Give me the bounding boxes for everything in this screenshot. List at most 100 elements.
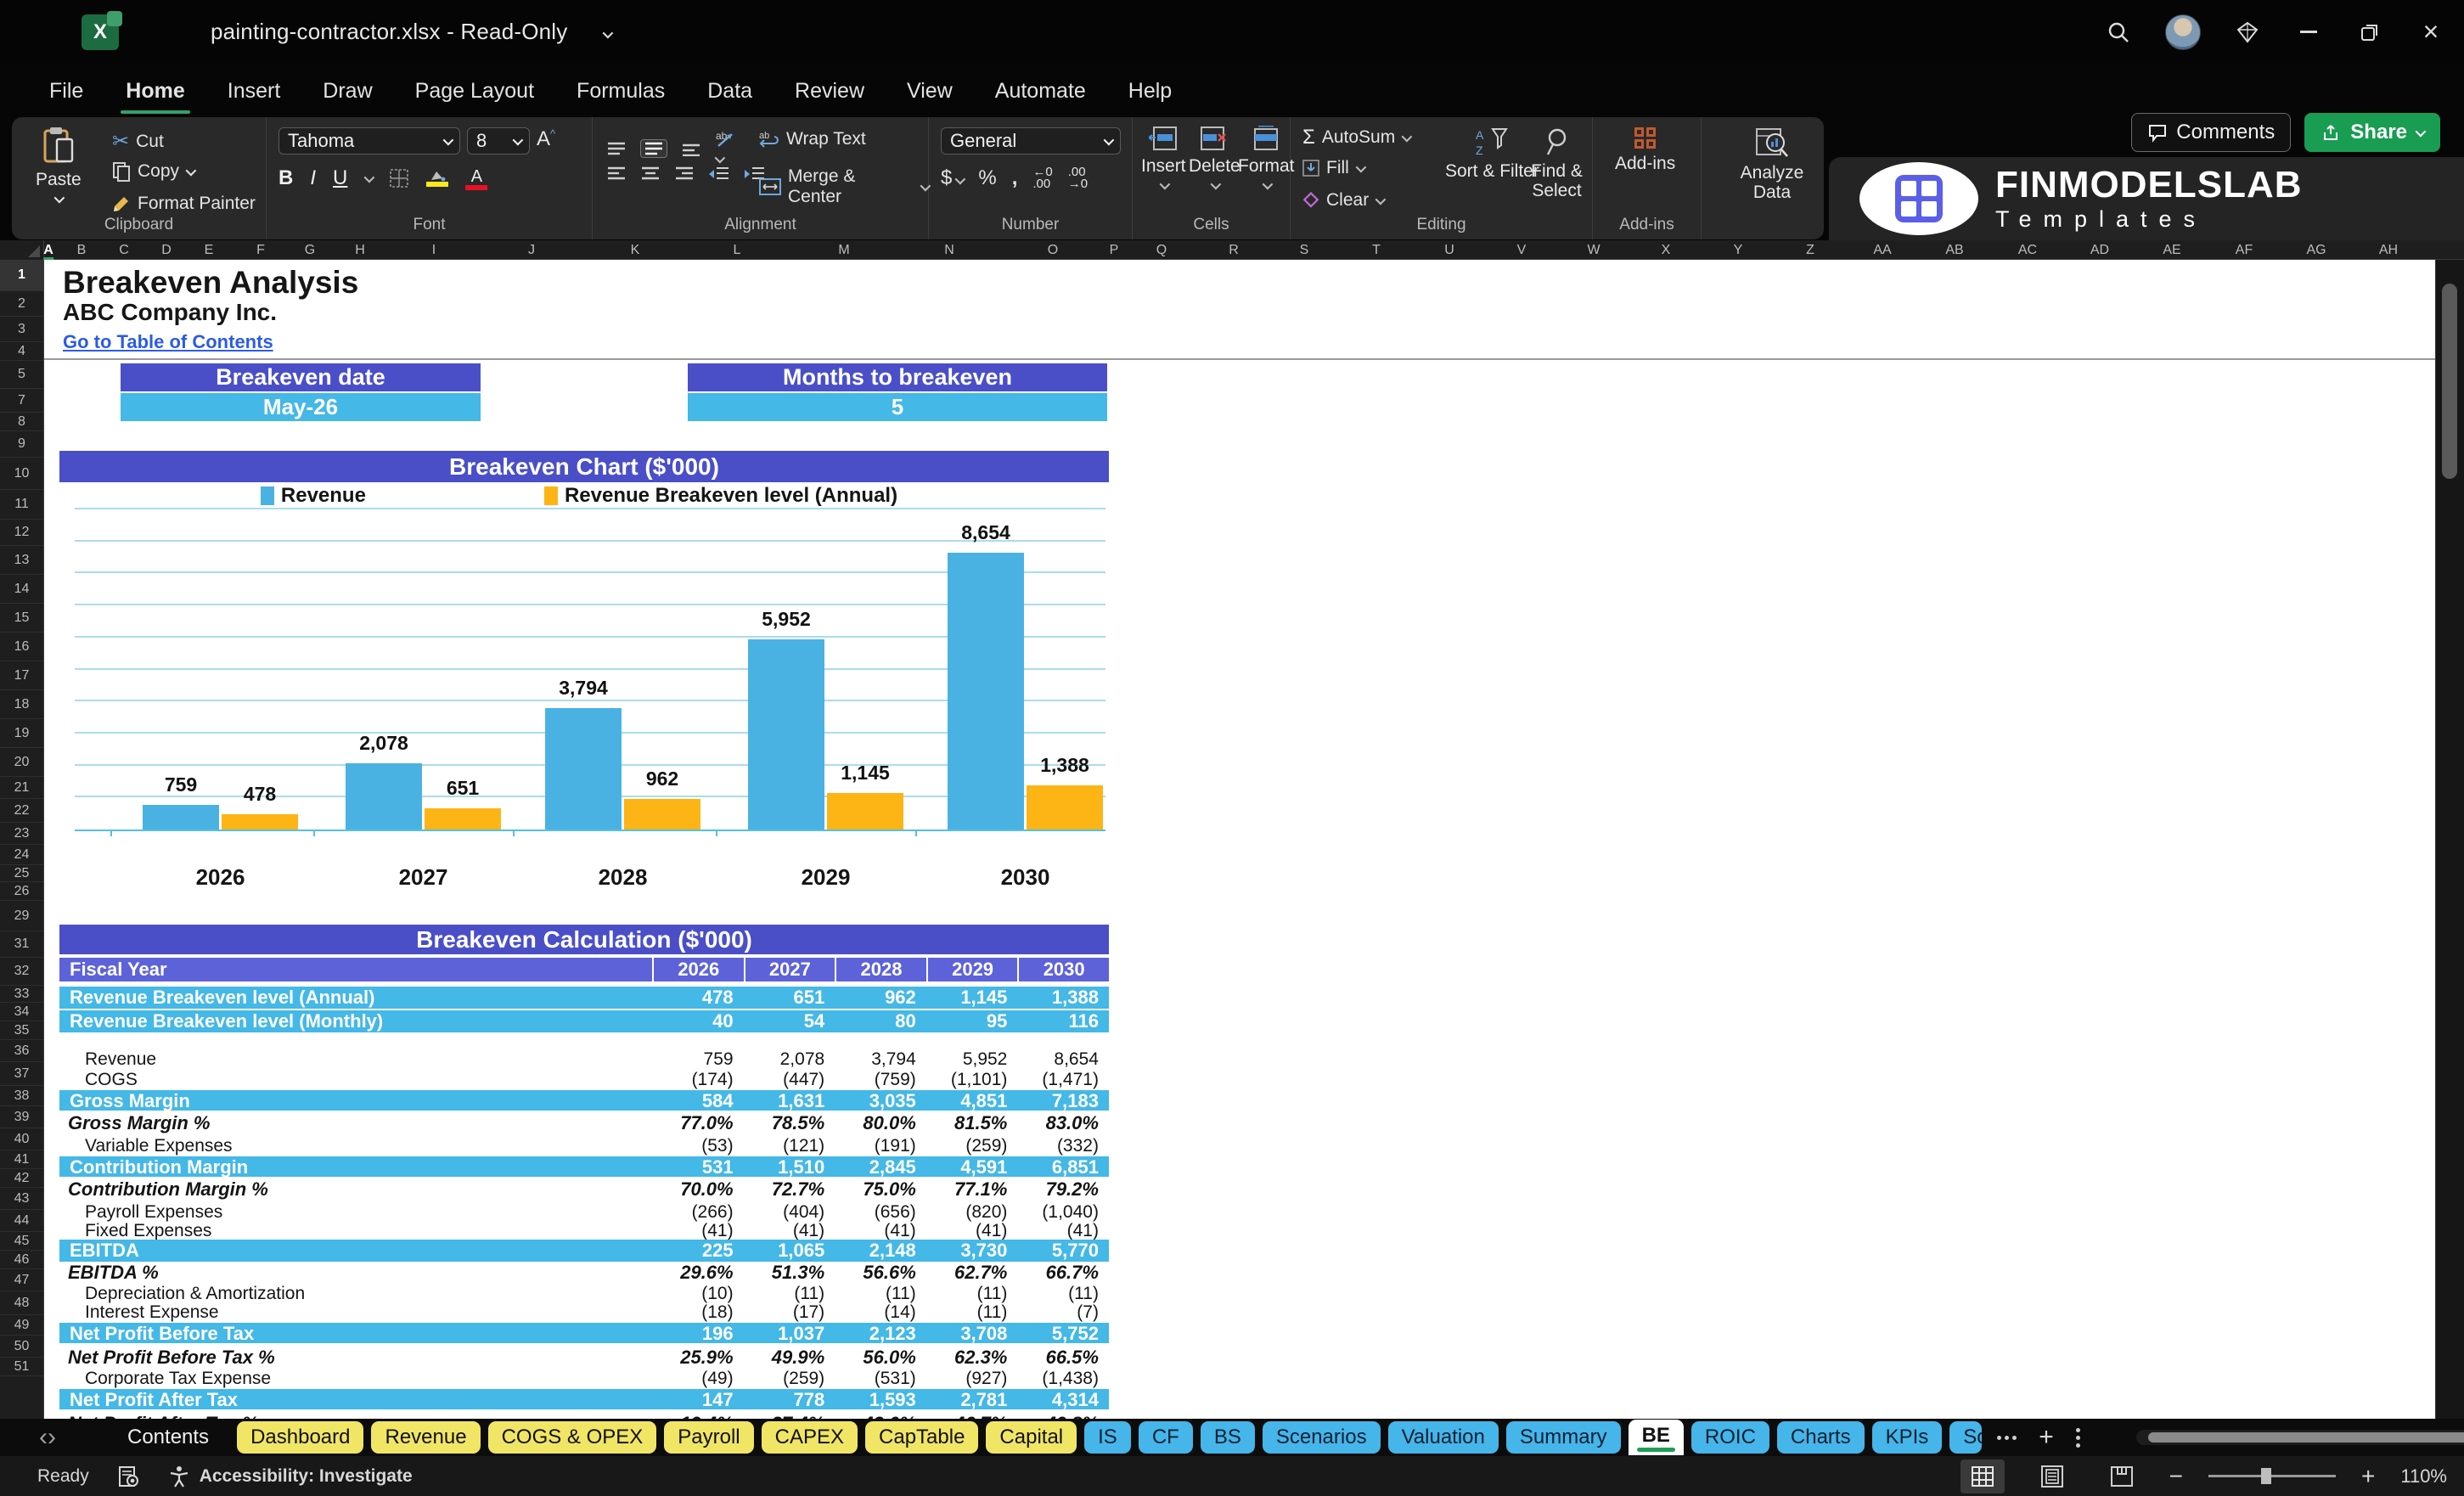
align-right-icon[interactable] [674,166,695,182]
row-header-36[interactable]: 36 [0,1040,43,1062]
table-of-contents-link[interactable]: Go to Table of Contents [63,331,273,353]
copy-button[interactable]: Copy [112,161,194,182]
format-painter-button[interactable]: Format Painter [112,194,256,214]
column-header-Y[interactable]: Y [1734,240,1743,260]
underline-dropdown-chevron-icon[interactable] [364,172,375,183]
column-header-B[interactable]: B [77,240,87,260]
column-header-N[interactable]: N [944,240,954,260]
fill-button[interactable]: Fill [1302,158,1364,178]
table-row[interactable]: Revenue7592,0783,7945,9528,654 [59,1049,1109,1070]
column-header-AG[interactable]: AG [2306,240,2326,260]
paste-button[interactable]: Paste [36,126,82,203]
row-header-42[interactable]: 42 [0,1169,43,1188]
normal-view-button[interactable] [1961,1459,2005,1493]
number-format-combo[interactable]: General [941,127,1121,155]
column-header-C[interactable]: C [119,240,129,260]
row-header-17[interactable]: 17 [0,661,43,690]
table-row[interactable]: Variable Expenses(53)(121)(191)(259)(332… [59,1136,1109,1155]
grid-area[interactable]: Breakeven Analysis ABC Company Inc. Go t… [44,260,2435,1419]
table-row[interactable]: Revenue Breakeven level (Monthly)4054809… [59,1010,1109,1032]
column-header-T[interactable]: T [1372,240,1381,260]
decrease-decimal-button[interactable]: .00→0 [1068,166,1088,190]
row-header-21[interactable]: 21 [0,777,43,799]
column-header-Z[interactable]: Z [1806,240,1814,260]
row-header-23[interactable]: 23 [0,823,43,845]
row-header-44[interactable]: 44 [0,1210,43,1232]
table-row[interactable]: COGS(174)(447)(759)(1,101)(1,471) [59,1070,1109,1088]
table-row[interactable]: Interest Expense(18)(17)(14)(11)(7) [59,1302,1109,1321]
row-header-31[interactable]: 31 [0,931,43,958]
row-header-29[interactable]: 29 [0,901,43,931]
column-header-AC[interactable]: AC [2018,240,2037,260]
sheet-tab-roic[interactable]: ROIC [1691,1421,1769,1454]
column-header-K[interactable]: K [631,240,640,260]
column-header-P[interactable]: P [1110,240,1119,260]
addins-button[interactable]: Add-ins [1615,127,1675,174]
table-row[interactable]: Corporate Tax Expense(49)(259)(531)(927)… [59,1369,1109,1387]
insert-cells-button[interactable]: Insert [1141,126,1186,189]
comments-button[interactable]: Comments [2131,113,2291,152]
accessibility-status[interactable]: Accessibility: Investigate [169,1465,413,1488]
cut-button[interactable]: ✂Cut [112,129,164,154]
font-color-button[interactable]: A [465,166,487,190]
accounting-format-button[interactable]: $ [941,166,963,190]
orientation-button[interactable]: ab [715,129,737,168]
menu-tab-review[interactable]: Review [793,74,866,109]
sheet-tab-dashboard[interactable]: Dashboard [237,1421,363,1454]
row-headers[interactable]: 1234578910111213141516171819202122232425… [0,260,44,1419]
autosum-button[interactable]: ΣAutoSum [1302,126,1409,149]
menu-tab-file[interactable]: File [48,74,85,109]
next-sheet-button[interactable]: › [48,1423,56,1452]
table-row[interactable]: Gross Margin %77.0%78.5%80.0%81.5%83.0% [59,1112,1109,1134]
row-header-35[interactable]: 35 [0,1021,43,1040]
table-row[interactable]: Contribution Margin %70.0%72.7%75.0%77.1… [59,1178,1109,1201]
row-header-34[interactable]: 34 [0,1003,43,1021]
row-header-25[interactable]: 25 [0,865,43,882]
row-header-24[interactable]: 24 [0,845,43,865]
vertical-scrollbar[interactable] [2435,260,2464,1419]
diamond-icon[interactable] [2233,18,2262,47]
sheet-tab-payroll[interactable]: Payroll [664,1421,753,1454]
sheet-tab-capex[interactable]: CAPEX [762,1421,858,1454]
horizontal-scrollbar[interactable] [2136,1430,2464,1445]
column-header-G[interactable]: G [305,240,315,260]
share-button[interactable]: Share [2304,113,2440,152]
sheet-tab-capital[interactable]: Capital [986,1421,1077,1454]
menu-tab-help[interactable]: Help [1127,74,1173,109]
column-header-V[interactable]: V [1517,240,1527,260]
row-header-10[interactable]: 10 [0,458,43,490]
row-header-32[interactable]: 32 [0,958,43,986]
font-size-combo[interactable]: 8 [467,127,530,155]
row-header-20[interactable]: 20 [0,748,43,777]
column-header-F[interactable]: F [256,240,265,260]
menu-tab-formulas[interactable]: Formulas [575,74,667,109]
sheet-tab-cogs-opex[interactable]: COGS & OPEX [488,1421,657,1454]
align-top-icon[interactable] [606,141,627,156]
comma-format-button[interactable]: , [1012,166,1018,190]
row-header-13[interactable]: 13 [0,546,43,575]
sheet-tab-bs[interactable]: BS [1201,1421,1255,1454]
sheet-tab-summary[interactable]: Summary [1506,1421,1621,1454]
close-button[interactable]: × [2416,18,2445,47]
menu-tab-page-layout[interactable]: Page Layout [413,74,536,109]
format-cells-button[interactable]: Format [1238,126,1295,189]
new-sheet-button[interactable]: + [2039,1423,2054,1452]
row-header-50[interactable]: 50 [0,1336,43,1358]
row-header-33[interactable]: 33 [0,986,43,1003]
column-header-E[interactable]: E [205,240,214,260]
more-sheets-button[interactable] [1997,1436,2017,1440]
bold-button[interactable]: B [278,166,293,190]
select-all-corner[interactable] [0,240,44,260]
column-header-AB[interactable]: AB [1945,240,1963,260]
row-header-51[interactable]: 51 [0,1358,43,1376]
column-header-S[interactable]: S [1300,240,1309,260]
menu-tab-insert[interactable]: Insert [226,74,283,109]
column-header-H[interactable]: H [355,240,365,260]
row-header-41[interactable]: 41 [0,1150,43,1169]
column-header-J[interactable]: J [528,240,535,260]
table-row[interactable]: Revenue Breakeven level (Annual)47865196… [59,987,1109,1009]
delete-cells-button[interactable]: Delete [1189,126,1240,189]
column-header-M[interactable]: M [838,240,849,260]
row-header-43[interactable]: 43 [0,1188,43,1210]
menu-tab-automate[interactable]: Automate [993,74,1088,109]
